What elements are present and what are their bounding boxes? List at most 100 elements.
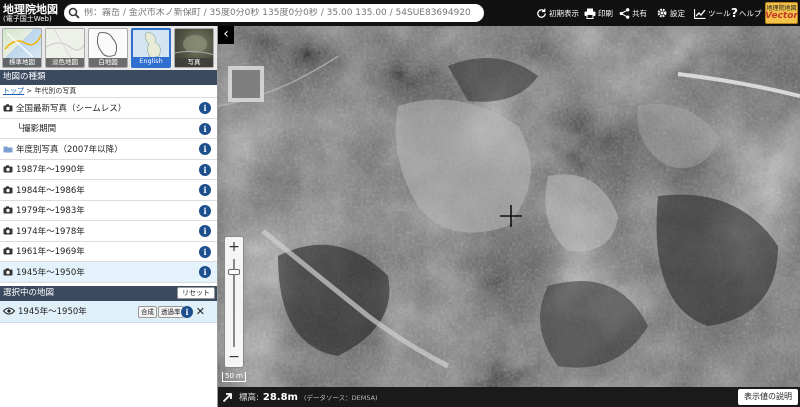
tools-icon <box>694 8 706 19</box>
blank-map-thumbnail <box>96 32 118 57</box>
vector-badge-line2: Vector <box>765 10 798 21</box>
info-icon[interactable]: i <box>199 204 211 217</box>
initial-view-button[interactable]: 初期表示 <box>536 0 579 26</box>
english-map-thumbnail <box>145 31 161 59</box>
scale-bar: 50 m <box>222 372 246 382</box>
center-crosshair-icon <box>500 205 522 227</box>
opacity-button[interactable]: 透過率 <box>158 305 184 318</box>
thumb-label-english: English <box>133 57 169 66</box>
info-icon[interactable]: i <box>181 305 193 318</box>
zoom-in-button[interactable]: + <box>225 239 243 255</box>
thumb-label-standard: 標準地図 <box>3 58 41 67</box>
info-icon[interactable]: i <box>199 143 211 155</box>
share-button[interactable]: 共有 <box>619 0 647 26</box>
list-item-label: 1974年〜1978年 <box>16 226 85 237</box>
camera-icon <box>3 226 13 236</box>
info-icon[interactable]: i <box>199 122 211 135</box>
eye-icon[interactable] <box>3 307 15 315</box>
expand-arrow-icon[interactable] <box>222 392 233 403</box>
vector-map-badge[interactable]: 地理院地図 Vector <box>765 2 798 24</box>
selected-map-label: 1945年〜1950年 <box>18 307 87 317</box>
list-item-1987-1990[interactable]: 1987年〜1990年 i <box>0 160 217 180</box>
thumb-pale-map[interactable]: 淡色地図 <box>45 28 85 68</box>
selected-map-item: 1945年〜1950年 合成 透過率 i ✕ <box>0 300 217 323</box>
thumb-standard-map[interactable]: 標準地図 <box>2 28 42 68</box>
thumb-label-blank: 白地図 <box>89 58 127 67</box>
info-icon[interactable]: i <box>199 102 211 114</box>
list-item-label: └撮影期間 <box>17 124 57 135</box>
info-icon[interactable]: i <box>199 225 211 237</box>
list-item-1945-1950[interactable]: 1945年〜1950年 i <box>0 262 217 283</box>
help-button[interactable]: ? ヘルプ <box>731 0 761 26</box>
map-type-list: 全国最新写真（シームレス） i └撮影期間 i 年度別写真（2007年以降） i… <box>0 97 217 283</box>
thumb-label-pale: 淡色地図 <box>46 58 84 67</box>
refresh-icon <box>537 8 546 18</box>
standard-map-thumbnail <box>4 32 41 58</box>
thumb-label-photo: 写真 <box>175 58 213 67</box>
list-item-1979-1983[interactable]: 1979年〜1983年 i <box>0 201 217 221</box>
data-source: (データソース：DEM5A) <box>303 394 378 402</box>
thumb-blank-map[interactable]: 白地図 <box>88 28 128 68</box>
share-label: 共有 <box>632 8 647 18</box>
app-logo[interactable]: 地理院地図 (電子国土Web) <box>0 0 62 26</box>
elevation-value: 28.8m <box>262 391 298 403</box>
tools-button[interactable]: ツール <box>694 0 731 26</box>
list-item-latest-photo[interactable]: 全国最新写真（シームレス） i <box>0 98 217 119</box>
explain-values-button[interactable]: 表示値の説明 <box>738 389 798 405</box>
search-input[interactable] <box>84 8 479 18</box>
list-item-label: 1961年〜1969年 <box>16 247 85 258</box>
selected-maps-heading: 選択中の地図 リセット <box>0 285 217 301</box>
camera-icon <box>3 103 13 113</box>
list-item-1961-1969[interactable]: 1961年〜1969年 i <box>0 242 217 262</box>
settings-label: 設定 <box>670 8 685 18</box>
thumb-english-map[interactable]: English <box>131 28 171 68</box>
question-icon: ? <box>731 6 738 20</box>
close-icon[interactable]: ✕ <box>196 305 205 318</box>
camera-icon <box>3 205 13 215</box>
gear-icon <box>657 8 667 18</box>
help-label: ヘルプ <box>738 8 762 18</box>
list-item-1984-1986[interactable]: 1984年〜1986年 i <box>0 180 217 201</box>
map-view[interactable]: ‹ + − 50 m <box>218 26 800 387</box>
info-bottom-bar: 標高: 28.8m (データソース：DEM5A) 表示値の説明 <box>218 387 800 407</box>
list-item-annual-photo-folder[interactable]: 年度別写真（2007年以降） i <box>0 139 217 160</box>
selected-maps-title: 選択中の地図 <box>3 287 55 298</box>
tools-label: ツール <box>708 8 731 18</box>
list-item-label: 全国最新写真（シームレス） <box>16 103 127 114</box>
logo-title: 地理院地図 <box>3 2 58 16</box>
search-icon[interactable] <box>68 7 80 19</box>
list-item-label: 1979年〜1983年 <box>16 206 85 217</box>
breadcrumb: トップ > 年代別の写真 <box>0 85 217 97</box>
list-item-label: 年度別写真（2007年以降） <box>16 144 123 155</box>
initial-view-label: 初期表示 <box>549 8 579 18</box>
base-map-thumbnails: 標準地図 淡色地図 白地図 English 写真 <box>0 26 217 70</box>
camera-icon <box>3 246 13 256</box>
zoom-out-button[interactable]: − <box>225 349 243 365</box>
settings-button[interactable]: 設定 <box>656 0 685 26</box>
thumb-photo-map[interactable]: 写真 <box>174 28 214 68</box>
list-item-label: 1987年〜1990年 <box>16 165 85 176</box>
printer-icon <box>584 8 596 19</box>
info-icon[interactable]: i <box>199 266 211 278</box>
share-icon <box>619 7 630 19</box>
breadcrumb-current: 年代別の写真 <box>34 87 77 95</box>
zoom-slider-handle[interactable] <box>228 269 240 276</box>
collapse-sidebar-button[interactable]: ‹ <box>218 26 234 44</box>
print-button[interactable]: 印刷 <box>584 0 613 26</box>
folder-icon <box>3 144 13 154</box>
list-item-label: 1945年〜1950年 <box>16 267 85 278</box>
logo-subtitle: (電子国土Web) <box>3 14 52 23</box>
composite-button[interactable]: 合成 <box>138 305 157 318</box>
info-icon[interactable]: i <box>199 184 211 196</box>
search-box <box>64 4 484 22</box>
photo-map-thumbnail <box>175 35 213 56</box>
breadcrumb-top-link[interactable]: トップ <box>3 87 24 95</box>
info-icon[interactable]: i <box>199 163 211 176</box>
info-icon[interactable]: i <box>199 245 211 258</box>
list-item-shooting-period[interactable]: └撮影期間 i <box>0 119 217 139</box>
camera-icon <box>3 185 13 195</box>
reset-button[interactable]: リセット <box>177 286 215 299</box>
header-bar: 地理院地図 (電子国土Web) 初期表示 印刷 共有 設定 ツール ? ヘルプ … <box>0 0 800 26</box>
list-item-1974-1978[interactable]: 1974年〜1978年 i <box>0 221 217 242</box>
elevation-label: 標高: <box>239 393 259 403</box>
